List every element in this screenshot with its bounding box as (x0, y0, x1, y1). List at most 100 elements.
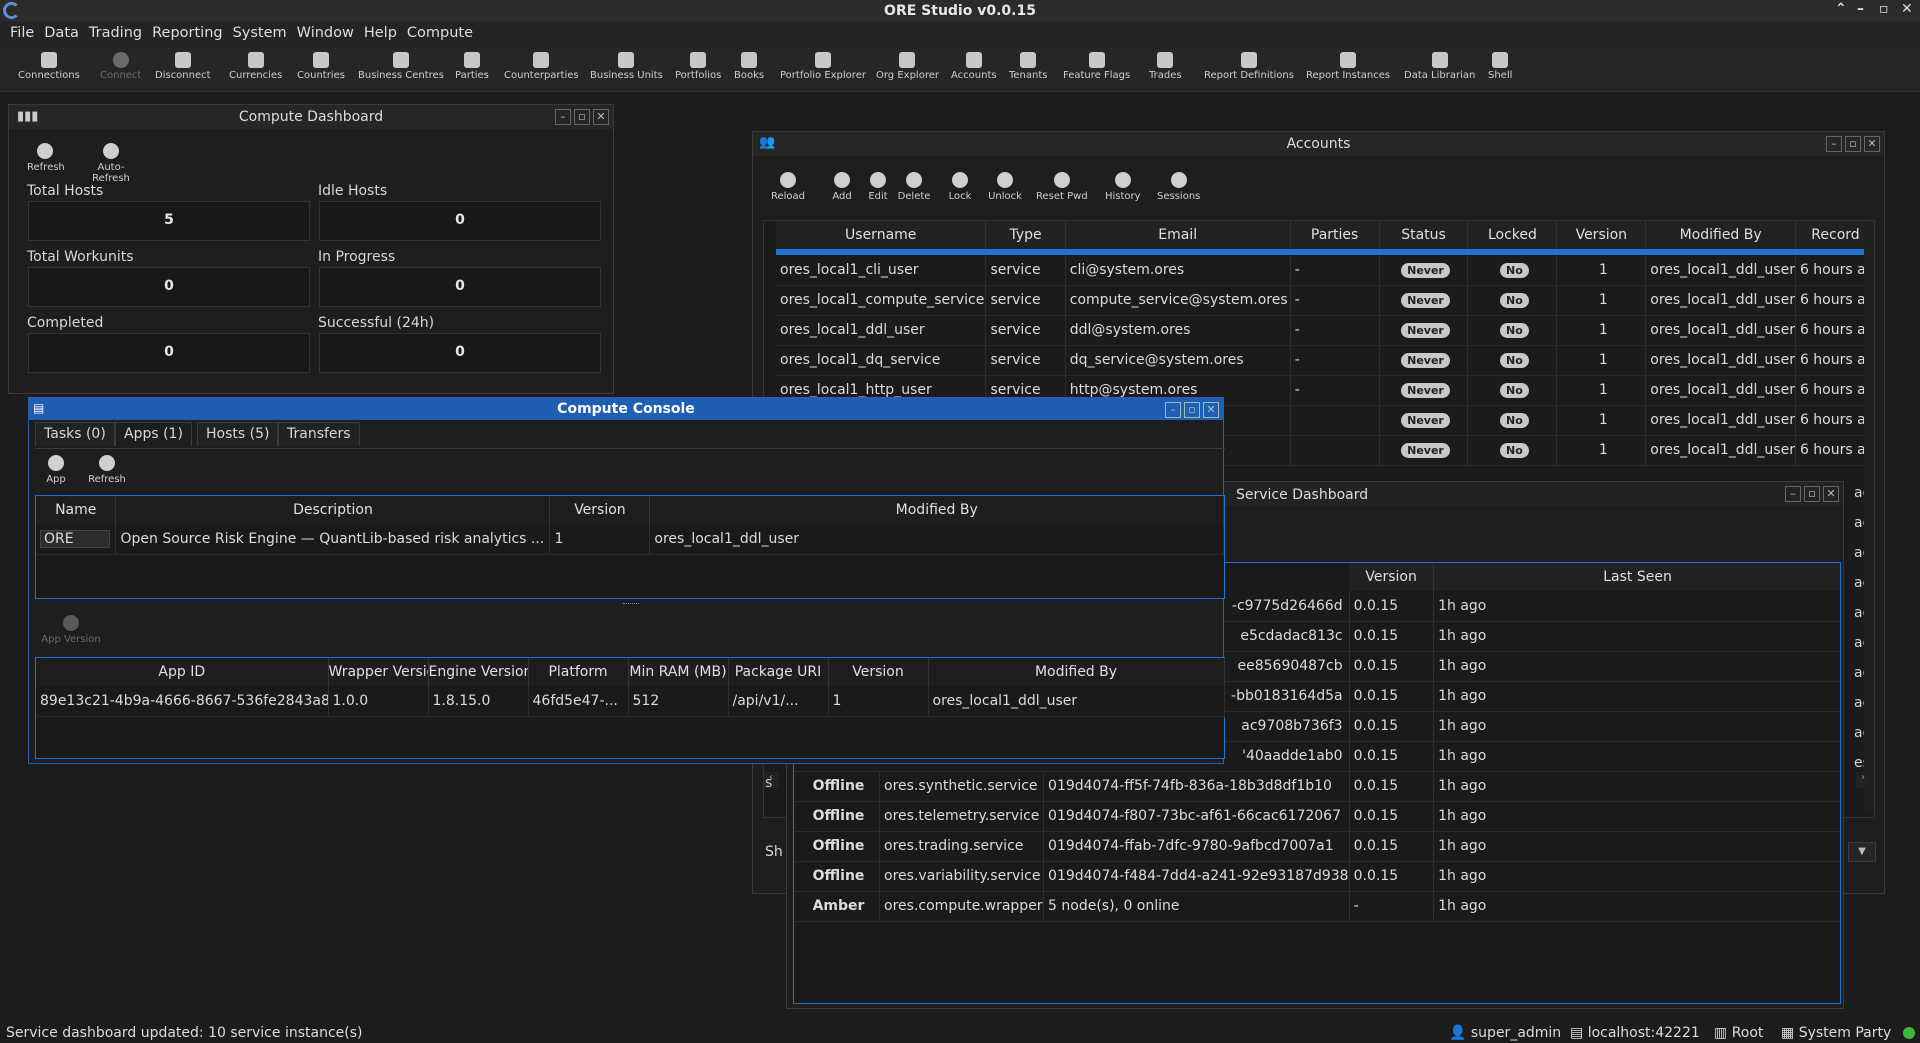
table-row[interactable]: Offline ores.trading.service 019d4074-ffab… (794, 831, 1840, 862)
window-collapse-icon[interactable]: ⌃ (1835, 1, 1847, 17)
toolbar-org-explorer-button[interactable]: Org Explorer (876, 52, 939, 81)
menu-trading[interactable]: Trading (79, 22, 142, 41)
menu-window[interactable]: Window (287, 22, 354, 41)
versions-column-engine-version[interactable]: Engine Version (428, 658, 529, 686)
maximize-icon[interactable]: ▫ (1845, 136, 1861, 152)
menu-compute[interactable]: Compute (397, 22, 473, 41)
table-row[interactable]: ORE Open Source Risk Engine — QuantLib-ba… (36, 524, 1224, 555)
menu-help[interactable]: Help (354, 22, 397, 41)
toolbar-data-librarian-button[interactable]: Data Librarian (1404, 52, 1475, 81)
table-row[interactable]: ores_local1_compute_service service comput… (776, 285, 1874, 316)
maximize-icon[interactable]: ▫ (1184, 402, 1200, 418)
toolbar-report-instances-button[interactable]: Report Instances (1306, 52, 1390, 81)
toolbar-shell-button[interactable]: Shell (1488, 52, 1512, 81)
tab-hosts[interactable]: Hosts (5) (197, 422, 279, 446)
toolbar-business-centres-button[interactable]: Business Centres (358, 52, 444, 81)
apps-column-version[interactable]: Version (549, 496, 651, 524)
window-maximize-icon[interactable]: ▫ (1879, 1, 1889, 17)
maximize-icon[interactable]: ▫ (574, 109, 590, 125)
service-column-version[interactable]: Version (1349, 563, 1435, 591)
accounts-sessions-button[interactable]: Sessions (1157, 172, 1200, 202)
menu-system[interactable]: System (223, 22, 287, 41)
minimize-icon[interactable]: – (1785, 486, 1801, 502)
tab-tasks[interactable]: Tasks (0) (35, 422, 115, 446)
add-app-button[interactable]: App (41, 455, 71, 485)
accounts-column-locked[interactable]: Locked (1467, 221, 1558, 249)
toolbar-portfolios-button[interactable]: Portfolios (675, 52, 721, 81)
versions-column-package-uri[interactable]: Package URI (728, 658, 829, 686)
toolbar-business-units-button[interactable]: Business Units (590, 52, 663, 81)
accounts-reset-pwd-button[interactable]: Reset Pwd (1036, 172, 1088, 202)
tab-transfers[interactable]: Transfers (278, 422, 360, 446)
table-row[interactable]: Offline ores.synthetic.service 019d4074-ff… (794, 771, 1840, 802)
accounts-column-status[interactable]: Status (1379, 221, 1469, 249)
toolbar-feature-flags-button[interactable]: Feature Flags (1063, 52, 1130, 81)
versions-column-min-ram-mb-[interactable]: Min RAM (MB) (628, 658, 729, 686)
accounts-cell: 1 (1556, 285, 1647, 316)
toolbar-connect-button[interactable]: Connect (100, 52, 141, 81)
accounts-delete-button[interactable]: Delete (897, 172, 931, 202)
accounts-column-version[interactable]: Version (1556, 221, 1647, 249)
menu-reporting[interactable]: Reporting (142, 22, 223, 41)
table-row[interactable]: Offline ores.telemetry.service 019d4074-f8… (794, 801, 1840, 832)
refresh-button[interactable]: Refresh (27, 143, 65, 173)
versions-column-wrapper-version[interactable]: Wrapper Version (328, 658, 429, 686)
toolbar-disconnect-button[interactable]: Disconnect (155, 52, 211, 81)
minimize-icon[interactable]: – (1826, 136, 1842, 152)
table-row[interactable]: ores_local1_ddl_user service ddl@system.or… (776, 315, 1874, 346)
scroll-right-icon[interactable]: › (1856, 772, 1870, 788)
close-icon[interactable]: ✕ (593, 109, 609, 125)
apps-column-name[interactable]: Name (36, 496, 117, 524)
menu-file[interactable]: File (0, 22, 34, 41)
splitter-handle[interactable] (623, 603, 639, 605)
accounts-lock-button[interactable]: Lock (943, 172, 977, 202)
toolbar-parties-button[interactable]: Parties (455, 52, 489, 81)
maximize-icon[interactable]: ▫ (1804, 486, 1820, 502)
accounts-history-button[interactable]: History (1105, 172, 1141, 202)
accounts-column-username[interactable]: Username (776, 221, 987, 249)
accounts-edit-button[interactable]: Edit (861, 172, 895, 202)
tab-apps[interactable]: Apps (1) (115, 422, 192, 446)
versions-column-platform[interactable]: Platform (528, 658, 629, 686)
versions-column-modified-by[interactable]: Modified By (928, 658, 1225, 686)
apps-column-description[interactable]: Description (115, 496, 551, 524)
toolbar-connections-button[interactable]: Connections (18, 52, 80, 81)
toolbar-countries-button[interactable]: Countries (297, 52, 345, 81)
window-close-icon[interactable]: ✕ (1901, 1, 1913, 17)
accounts-unlock-button[interactable]: Unlock (988, 172, 1022, 202)
service-column-last-seen[interactable]: Last Seen (1433, 563, 1840, 591)
versions-column-app-id[interactable]: App ID (36, 658, 329, 686)
minimize-icon[interactable]: – (1165, 402, 1181, 418)
toolbar-books-button[interactable]: Books (734, 52, 764, 81)
toolbar-currencies-button[interactable]: Currencies (229, 52, 282, 81)
toolbar-trades-button[interactable]: Trades (1149, 52, 1182, 81)
close-icon[interactable]: ✕ (1823, 486, 1839, 502)
accounts-column-type[interactable]: Type (985, 221, 1066, 249)
versions-column-version[interactable]: Version (828, 658, 929, 686)
table-row[interactable]: ores_local1_cli_user service cli@system.or… (776, 255, 1874, 286)
refresh-apps-button[interactable]: Refresh (85, 455, 129, 485)
minimize-icon[interactable]: – (555, 109, 571, 125)
accounts-column-modified-by[interactable]: Modified By (1645, 221, 1796, 249)
accounts-column-email[interactable]: Email (1065, 221, 1291, 249)
table-row[interactable]: 89e13c21-4b9a-4666-8667-536fe2843a8e 1.0.… (36, 686, 1225, 717)
toolbar-counterparties-button[interactable]: Counterparties (504, 52, 579, 81)
chevron-down-icon[interactable]: ▼ (1848, 842, 1876, 862)
menu-data[interactable]: Data (34, 22, 79, 41)
close-icon[interactable]: ✕ (1864, 136, 1880, 152)
toolbar-tenants-button[interactable]: Tenants (1009, 52, 1048, 81)
accounts-column-parties[interactable]: Parties (1290, 221, 1380, 249)
accounts-vertical-scrollbar[interactable] (1864, 221, 1874, 811)
apps-column-modified-by[interactable]: Modified By (649, 496, 1224, 524)
close-icon[interactable]: ✕ (1203, 402, 1219, 418)
window-minimize-icon[interactable]: – (1857, 1, 1864, 17)
toolbar-report-definitions-button[interactable]: Report Definitions (1204, 52, 1294, 81)
toolbar-portfolio-explorer-button[interactable]: Portfolio Explorer (780, 52, 866, 81)
toolbar-accounts-button[interactable]: Accounts (951, 52, 997, 81)
accounts-add-button[interactable]: Add (825, 172, 859, 202)
table-row[interactable]: Offline ores.variability.service 019d4074-… (794, 861, 1840, 892)
accounts-reload-button[interactable]: Reload (771, 172, 805, 202)
auto-refresh-button[interactable]: Auto-Refresh (79, 143, 143, 184)
table-row[interactable]: Amber ores.compute.wrapper 5 node(s), 0 on… (794, 891, 1840, 922)
table-row[interactable]: ores_local1_dq_service service dq_service@… (776, 345, 1874, 376)
